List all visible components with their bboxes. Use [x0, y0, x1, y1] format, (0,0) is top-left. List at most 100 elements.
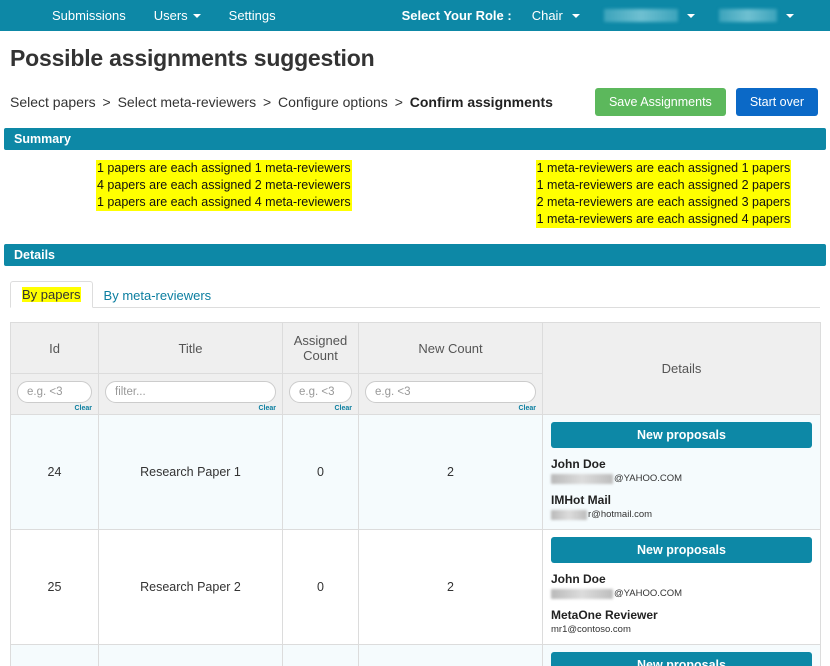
redacted-text-block	[718, 9, 777, 22]
reviewer-email: r @hotmail.com	[551, 509, 812, 520]
chevron-down-icon	[192, 13, 201, 18]
column-header-title[interactable]: Title	[98, 322, 283, 374]
column-header-id[interactable]: Id	[10, 322, 99, 374]
summary-meta-reviewers-line: 2 meta-reviewers are each assigned 3 pap…	[535, 194, 792, 211]
cell-id: 24	[10, 414, 99, 530]
column-header-new-count[interactable]: New Count	[358, 322, 543, 374]
summary-meta-reviewers-line: 1 meta-reviewers are each assigned 1 pap…	[535, 160, 792, 177]
redacted-dropdown-1[interactable]	[592, 9, 707, 22]
reviewer-name: John Doe	[551, 457, 606, 471]
new-proposals-button[interactable]: New proposals	[551, 422, 812, 448]
filter-cell-id: Clear	[10, 373, 99, 415]
column-header-assigned-line1: Assigned	[293, 333, 348, 348]
cell-new-count	[358, 644, 543, 666]
column-header-assigned-line2: Count	[303, 348, 338, 363]
breadcrumb-item-select-papers[interactable]: Select papers	[10, 94, 96, 110]
clear-filter-assigned-link[interactable]: Clear	[289, 405, 352, 412]
filter-input-assigned-count[interactable]	[289, 381, 352, 403]
breadcrumb-separator: >	[262, 94, 272, 110]
reviewer-email-suffix: mr1@contoso.com	[551, 624, 631, 635]
summary-papers-line: 1 papers are each assigned 1 meta-review…	[96, 160, 352, 177]
breadcrumb-item-select-meta-reviewers[interactable]: Select meta-reviewers	[118, 94, 257, 110]
breadcrumb-separator: >	[102, 94, 111, 110]
tab-by-meta-reviewers-label: By meta-reviewers	[103, 288, 212, 303]
cell-assigned-count: 0	[282, 529, 359, 645]
reviewer-email-suffix: @YAHOO.COM	[614, 473, 683, 484]
filter-cell-assigned-count: Clear	[282, 373, 359, 415]
chevron-down-icon	[686, 13, 695, 18]
select-role-label: Select Your Role :	[401, 8, 512, 23]
table-row: New proposals	[10, 644, 821, 666]
reviewer-entry: John Doe @YAHOO.COM	[551, 457, 812, 484]
tab-by-papers[interactable]: By papers	[10, 281, 93, 308]
filter-input-title[interactable]	[105, 381, 276, 403]
header-actions: Save Assignments Start over	[594, 88, 820, 116]
clear-filter-title-link[interactable]: Clear	[105, 405, 276, 412]
nav-item-users[interactable]: Users	[140, 8, 215, 23]
redacted-text-block	[603, 9, 678, 22]
nav-item-settings[interactable]: Settings	[215, 8, 290, 23]
summary-papers-column: 1 papers are each assigned 1 meta-review…	[96, 160, 352, 228]
nav-item-submissions-label: Submissions	[52, 8, 126, 23]
save-assignments-button[interactable]: Save Assignments	[594, 88, 726, 116]
column-header-assigned-count[interactable]: Assigned Count	[282, 322, 359, 374]
cell-new-count: 2	[358, 529, 543, 645]
summary-meta-reviewers-column: 1 meta-reviewers are each assigned 1 pap…	[535, 160, 792, 228]
start-over-button[interactable]: Start over	[735, 88, 818, 116]
details-section-bar: Details	[4, 244, 826, 266]
role-dropdown-value: Chair	[531, 8, 563, 23]
filter-cell-new-count: Clear	[358, 373, 543, 415]
redacted-email-prefix	[551, 473, 613, 484]
column-header-details: Details	[542, 322, 821, 415]
breadcrumb-row: Select papers > Select meta-reviewers > …	[0, 72, 830, 116]
reviewer-email-suffix: @YAHOO.COM	[614, 588, 683, 599]
breadcrumb-item-configure-options[interactable]: Configure options	[278, 94, 388, 110]
details-tabs: By papers By meta-reviewers	[10, 280, 820, 308]
cell-title	[98, 644, 283, 666]
filter-input-id[interactable]	[17, 381, 92, 403]
cell-new-count: 2	[358, 414, 543, 530]
tab-by-meta-reviewers[interactable]: By meta-reviewers	[93, 283, 223, 308]
filter-cell-title: Clear	[98, 373, 283, 415]
cell-id	[10, 644, 99, 666]
breadcrumb-separator: >	[394, 94, 403, 110]
chevron-down-icon	[571, 13, 580, 18]
redacted-dropdown-2[interactable]	[707, 9, 806, 22]
nav-item-submissions[interactable]: Submissions	[38, 8, 140, 23]
reviewer-email-suffix: @hotmail.com	[591, 509, 653, 520]
page-title: Possible assignments suggestion	[10, 45, 375, 71]
new-proposals-button[interactable]: New proposals	[551, 652, 812, 666]
reviewer-entry: IMHot Mail r @hotmail.com	[551, 493, 812, 520]
clear-filter-new-link[interactable]: Clear	[365, 405, 536, 412]
nav-item-users-label: Users	[153, 8, 188, 23]
top-navbar: Submissions Users Settings Select Your R…	[0, 0, 830, 31]
filter-input-new-count[interactable]	[365, 381, 536, 403]
cell-details: New proposals	[542, 644, 821, 666]
table-head: Id Title Assigned Count New Count Detail…	[10, 322, 821, 415]
navbar-right-group: Select Your Role : Chair	[402, 8, 806, 23]
summary-papers-line: 1 papers are each assigned 4 meta-review…	[96, 194, 352, 211]
reviewer-email: @YAHOO.COM	[551, 588, 812, 599]
breadcrumb: Select papers > Select meta-reviewers > …	[10, 94, 595, 110]
summary-meta-reviewers-line: 1 meta-reviewers are each assigned 2 pap…	[535, 177, 792, 194]
summary-section-bar: Summary	[4, 128, 826, 150]
tab-by-papers-label: By papers	[22, 287, 81, 302]
reviewer-name: John Doe	[551, 572, 606, 586]
assignments-table-wrapper: Id Title Assigned Count New Count Detail…	[10, 322, 821, 666]
summary-content: 1 papers are each assigned 1 meta-review…	[4, 150, 826, 232]
navbar-left-links: Submissions Users Settings	[0, 8, 290, 23]
summary-papers-line: 4 papers are each assigned 2 meta-review…	[96, 177, 352, 194]
new-proposals-button[interactable]: New proposals	[551, 537, 812, 563]
reviewer-name: MetaOne Reviewer	[551, 608, 658, 622]
breadcrumb-item-confirm-assignments: Confirm assignments	[409, 94, 553, 110]
table-row: 25 Research Paper 2 0 2 New proposals Jo…	[10, 529, 821, 645]
chevron-down-icon	[785, 13, 794, 18]
clear-filter-id-link[interactable]: Clear	[17, 405, 92, 412]
reviewer-email: @YAHOO.COM	[551, 473, 812, 484]
redacted-email-prefix	[551, 509, 587, 520]
cell-id: 25	[10, 529, 99, 645]
summary-meta-reviewers-line: 1 meta-reviewers are each assigned 4 pap…	[535, 211, 792, 228]
role-dropdown[interactable]: Chair	[520, 8, 592, 23]
cell-title: Research Paper 1	[98, 414, 283, 530]
reviewer-entry: MetaOne Reviewer mr1@contoso.com	[551, 608, 812, 635]
